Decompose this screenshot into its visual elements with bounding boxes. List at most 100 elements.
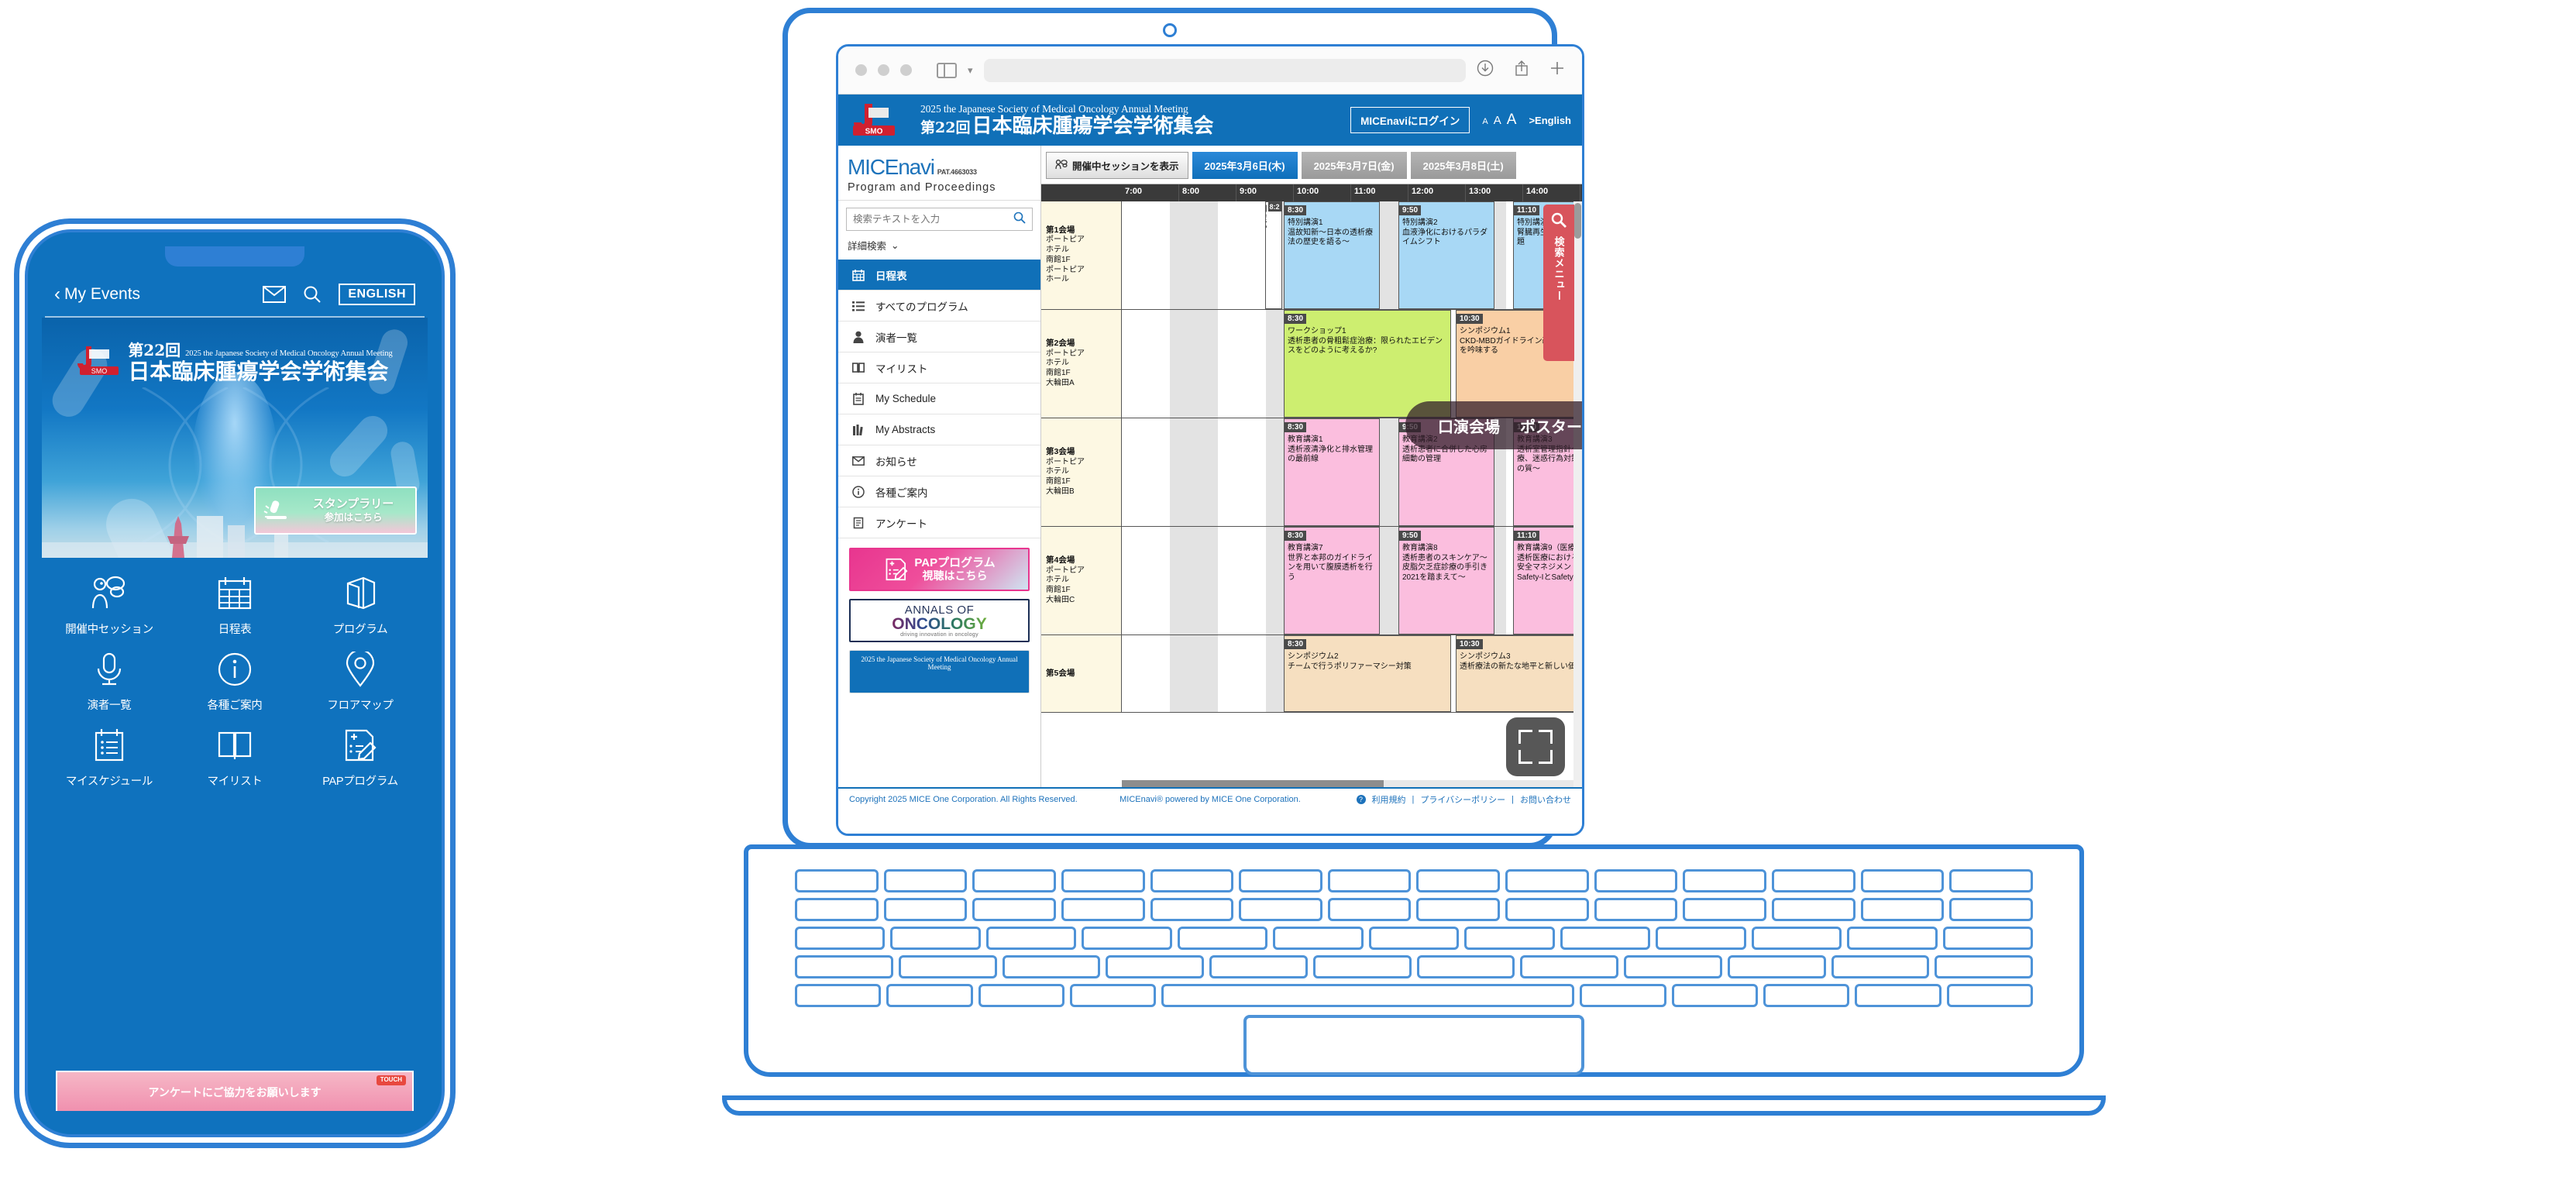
keyboard-key[interactable] (1847, 927, 1938, 950)
keyboard-key[interactable] (1273, 927, 1364, 950)
search-input[interactable] (853, 214, 1013, 225)
keyboard-key[interactable] (795, 955, 893, 978)
date-tab-mar8[interactable]: 2025年3月8日(土) (1410, 152, 1516, 179)
search-menu-tab[interactable]: 検索メニュー (1543, 205, 1574, 361)
keyboard-key[interactable] (890, 927, 981, 950)
keyboard-key[interactable] (1624, 955, 1722, 978)
keyboard-key[interactable] (795, 927, 886, 950)
banner-jsmo[interactable]: 2025 the Japanese Society of Medical Onc… (849, 650, 1030, 693)
keyboard-key[interactable] (1772, 898, 1855, 921)
back-to-my-events[interactable]: ‹ My Events (54, 285, 140, 304)
font-size-large-button[interactable]: A (1507, 112, 1517, 129)
schedule-event[interactable]: 8:30 教育講演1 透析液清浄化と排水管理の最前線 (1284, 418, 1380, 526)
keyboard-key[interactable] (1727, 955, 1826, 978)
keyboard-key[interactable] (1150, 869, 1234, 892)
vertical-scrollbar-thumb[interactable] (1574, 203, 1581, 239)
date-tab-mar6[interactable]: 2025年3月6日(木) (1192, 152, 1298, 179)
keyboard-key[interactable] (1416, 898, 1501, 921)
search-box[interactable] (846, 208, 1033, 231)
font-size-medium-button[interactable]: A (1494, 114, 1501, 127)
schedule-event[interactable]: 8:30 教育講演7 世界と本邦のガイドラインを用いて腹膜透析を行う (1284, 527, 1380, 634)
footer-link-privacy[interactable]: プライバシーポリシー (1420, 793, 1505, 806)
phone-menu-my-list[interactable]: マイリスト (172, 725, 297, 789)
sidebar-item-my-schedule[interactable]: My Schedule (838, 383, 1040, 414)
horizontal-scrollbar[interactable] (1122, 780, 1573, 787)
keyboard-key[interactable] (1772, 869, 1855, 892)
plus-icon[interactable] (1549, 60, 1565, 80)
sidebar-item-schedule[interactable]: 日程表 (838, 260, 1040, 291)
sidebar-item-survey[interactable]: アンケート (838, 507, 1040, 538)
keyboard-key[interactable] (1070, 984, 1157, 1007)
keyboard-key[interactable] (1855, 984, 1941, 1007)
keyboard-key[interactable] (1520, 955, 1618, 978)
phone-hero-banner[interactable]: SMO 第22回 2025 the Japanese Society of Me… (42, 318, 428, 558)
keyboard-key[interactable] (1368, 927, 1460, 950)
schedule-event[interactable]: 8:30 シンポジウム2 チームで行うポリファーマシー対策 (1284, 635, 1451, 712)
phone-menu-speakers[interactable]: 演者一覧 (46, 649, 172, 713)
keyboard-key[interactable] (1150, 898, 1234, 921)
sidebar-item-my-abstracts[interactable]: My Abstracts (838, 414, 1040, 445)
english-toggle-button[interactable]: ENGLISH (339, 284, 415, 305)
keyboard-key[interactable] (1942, 927, 2034, 950)
keyboard-key[interactable] (1683, 869, 1767, 892)
keyboard-key[interactable] (1656, 927, 1746, 950)
chevron-down-icon[interactable]: ▾ (968, 64, 973, 77)
phone-menu-my-schedule[interactable]: マイスケジュール (46, 725, 172, 789)
keyboard-key[interactable] (978, 984, 1065, 1007)
venue-option-poster[interactable]: ポスター会場 (1520, 414, 1582, 437)
keyboard-key[interactable] (1061, 869, 1145, 892)
download-icon[interactable] (1477, 60, 1494, 81)
phone-menu-info[interactable]: 各種ご案内 (172, 649, 297, 713)
keyboard-key[interactable] (1327, 898, 1412, 921)
phone-menu-program[interactable]: プログラム (297, 573, 423, 637)
keyboard-key[interactable] (1831, 955, 1930, 978)
show-live-sessions-button[interactable]: 開催中セッションを表示 (1046, 152, 1188, 179)
font-size-small-button[interactable]: A (1482, 117, 1487, 126)
login-button[interactable]: MICEnaviにログイン (1350, 107, 1470, 133)
fullscreen-button[interactable] (1506, 717, 1565, 776)
keyboard-key[interactable] (1002, 955, 1101, 978)
footer-link-contact[interactable]: お問い合わせ (1520, 793, 1571, 806)
keyboard-key[interactable] (1949, 869, 2033, 892)
keyboard-key[interactable] (1860, 898, 1945, 921)
keyboard-key[interactable] (883, 869, 968, 892)
schedule-event[interactable]: 9:50 特別講演2 血液浄化におけるパラダイムシフト (1398, 201, 1494, 309)
keyboard-key[interactable] (886, 984, 973, 1007)
keyboard-key[interactable] (1416, 869, 1501, 892)
keyboard-key[interactable] (1327, 869, 1412, 892)
keyboard-key[interactable] (1312, 955, 1412, 978)
search-icon[interactable] (1013, 211, 1026, 228)
keyboard-key[interactable] (1061, 898, 1145, 921)
phone-survey-banner[interactable]: アンケートにご協力をお願いします TOUCH (56, 1071, 414, 1111)
window-close-button[interactable] (855, 64, 867, 76)
keyboard-key[interactable] (1239, 898, 1322, 921)
keyboard-key[interactable] (1209, 955, 1308, 978)
phone-menu-pap[interactable]: PAPプログラム (297, 725, 423, 789)
sidebar-item-all-programs[interactable]: すべてのプログラム (838, 291, 1040, 322)
keyboard-key[interactable] (1763, 984, 1850, 1007)
keyboard-key[interactable] (1683, 898, 1767, 921)
keyboard-key[interactable] (1860, 869, 1945, 892)
keyboard-key[interactable] (883, 898, 968, 921)
keyboard-key[interactable] (898, 955, 997, 978)
date-tab-mar7[interactable]: 2025年3月7日(金) (1301, 152, 1407, 179)
keyboard-key[interactable] (1949, 898, 2033, 921)
keyboard-key[interactable] (1161, 984, 1575, 1007)
keyboard-key[interactable] (1239, 869, 1322, 892)
keyboard-key[interactable] (1671, 984, 1758, 1007)
horizontal-scrollbar-thumb[interactable] (1122, 780, 1384, 787)
keyboard-key[interactable] (1106, 955, 1204, 978)
advanced-search-toggle[interactable]: 詳細検索 ⌄ (838, 234, 1040, 260)
trackpad[interactable] (1243, 1015, 1584, 1075)
keyboard-key[interactable] (1505, 869, 1589, 892)
footer-link-terms[interactable]: 利用規約 (1372, 793, 1406, 806)
venue-option-oral[interactable]: 口演会場 (1438, 414, 1500, 437)
keyboard-key[interactable] (1580, 984, 1666, 1007)
schedule-event[interactable]: 8:2開会式 (1265, 201, 1282, 309)
schedule-event[interactable]: 10:30 シンポジウム3 透析療法の新たな地平と新しい価値観 (1456, 635, 1582, 712)
address-bar[interactable] (983, 58, 1466, 82)
schedule-event[interactable]: 9:50 教育講演8 透析患者のスキンケア～皮脂欠乏症診療の手引き2021を踏まえて… (1398, 527, 1494, 634)
search-icon[interactable] (303, 285, 322, 304)
keyboard-key[interactable] (1935, 955, 2033, 978)
banner-pap-program[interactable]: PAPプログラム 視聴はこちら (849, 548, 1030, 591)
